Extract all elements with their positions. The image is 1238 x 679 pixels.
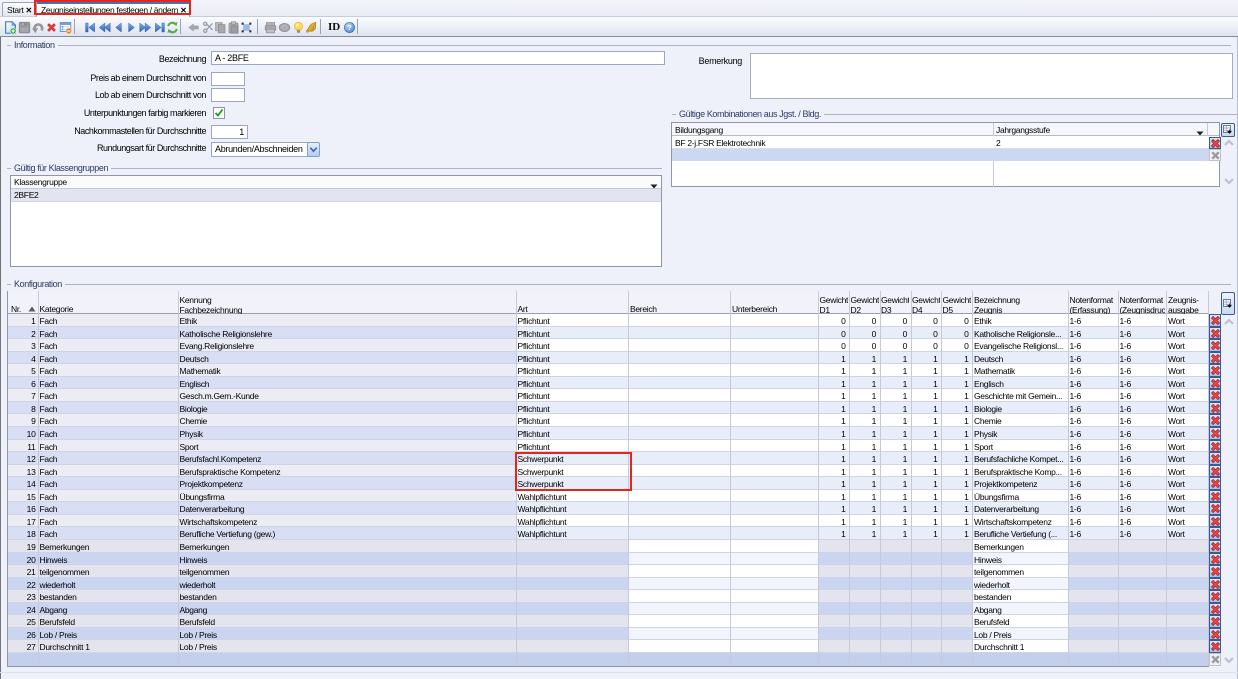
svg-text:?: ? bbox=[347, 23, 352, 32]
